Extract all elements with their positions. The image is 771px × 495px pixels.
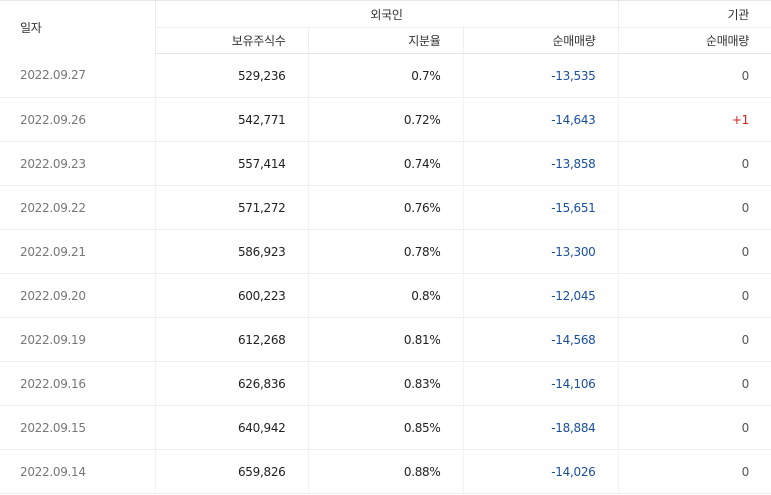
row-institution-net: 0 [617, 273, 771, 318]
row-holdings: 557,414 [154, 141, 308, 186]
row-date: 2022.09.16 [0, 361, 155, 406]
row-ratio: 0.74% [307, 141, 463, 186]
row-date: 2022.09.27 [0, 53, 155, 98]
row-holdings: 542,771 [154, 97, 308, 142]
row-ratio: 0.72% [307, 97, 463, 142]
row-date: 2022.09.19 [0, 317, 155, 362]
table-row: 2022.09.26 542,771 0.72% -14,643 +1 [0, 97, 771, 142]
table-row: 2022.09.14 659,826 0.88% -14,026 0 [0, 449, 771, 494]
row-institution-net: 0 [617, 361, 771, 406]
row-ratio: 0.7% [307, 53, 463, 98]
table-row: 2022.09.19 612,268 0.81% -14,568 0 [0, 317, 771, 362]
header-date: 일자 [0, 0, 155, 54]
row-ratio: 0.78% [307, 229, 463, 274]
row-ratio: 0.81% [307, 317, 463, 362]
header-ratio: 지분율 [307, 27, 463, 54]
investor-trading-table: 일자 외국인 기관 보유주식수 지분율 순매매량 순매매량 2022.09.27… [0, 0, 771, 494]
row-holdings: 600,223 [154, 273, 308, 318]
row-foreign-net: -12,045 [462, 273, 618, 318]
row-ratio: 0.76% [307, 185, 463, 230]
table-row: 2022.09.22 571,272 0.76% -15,651 0 [0, 185, 771, 230]
row-holdings: 612,268 [154, 317, 308, 362]
row-institution-net: 0 [617, 317, 771, 362]
row-institution-net: 0 [617, 53, 771, 98]
row-holdings: 571,272 [154, 185, 308, 230]
row-foreign-net: -14,026 [462, 449, 618, 494]
row-date: 2022.09.23 [0, 141, 155, 186]
header-institution: 기관 [617, 0, 771, 28]
header-institution-net: 순매매량 [617, 27, 771, 54]
table-row: 2022.09.15 640,942 0.85% -18,884 0 [0, 405, 771, 450]
row-holdings: 529,236 [154, 53, 308, 98]
row-institution-net: 0 [617, 405, 771, 450]
table-row: 2022.09.23 557,414 0.74% -13,858 0 [0, 141, 771, 186]
row-date: 2022.09.14 [0, 449, 155, 494]
row-ratio: 0.88% [307, 449, 463, 494]
row-holdings: 626,836 [154, 361, 308, 406]
table-header: 일자 외국인 기관 보유주식수 지분율 순매매량 순매매량 [0, 0, 771, 54]
row-holdings: 640,942 [154, 405, 308, 450]
row-ratio: 0.83% [307, 361, 463, 406]
row-foreign-net: -14,568 [462, 317, 618, 362]
header-foreign: 외국인 [154, 0, 618, 28]
row-foreign-net: -15,651 [462, 185, 618, 230]
header-holdings: 보유주식수 [154, 27, 308, 54]
row-foreign-net: -14,106 [462, 361, 618, 406]
row-date: 2022.09.20 [0, 273, 155, 318]
row-foreign-net: -13,300 [462, 229, 618, 274]
row-holdings: 659,826 [154, 449, 308, 494]
row-holdings: 586,923 [154, 229, 308, 274]
row-date: 2022.09.21 [0, 229, 155, 274]
table-row: 2022.09.21 586,923 0.78% -13,300 0 [0, 229, 771, 274]
table-row: 2022.09.20 600,223 0.8% -12,045 0 [0, 273, 771, 318]
header-foreign-net: 순매매량 [462, 27, 618, 54]
row-ratio: 0.8% [307, 273, 463, 318]
row-institution-net: 0 [617, 229, 771, 274]
row-foreign-net: -18,884 [462, 405, 618, 450]
row-institution-net: +1 [617, 97, 771, 142]
row-foreign-net: -13,535 [462, 53, 618, 98]
row-date: 2022.09.22 [0, 185, 155, 230]
row-institution-net: 0 [617, 449, 771, 494]
row-ratio: 0.85% [307, 405, 463, 450]
row-date: 2022.09.15 [0, 405, 155, 450]
row-foreign-net: -13,858 [462, 141, 618, 186]
row-date: 2022.09.26 [0, 97, 155, 142]
table-body: 2022.09.27 529,236 0.7% -13,535 0 2022.09.26 5… [0, 53, 771, 494]
table-row: 2022.09.27 529,236 0.7% -13,535 0 [0, 53, 771, 98]
row-foreign-net: -14,643 [462, 97, 618, 142]
table-row: 2022.09.16 626,836 0.83% -14,106 0 [0, 361, 771, 406]
row-institution-net: 0 [617, 141, 771, 186]
row-institution-net: 0 [617, 185, 771, 230]
